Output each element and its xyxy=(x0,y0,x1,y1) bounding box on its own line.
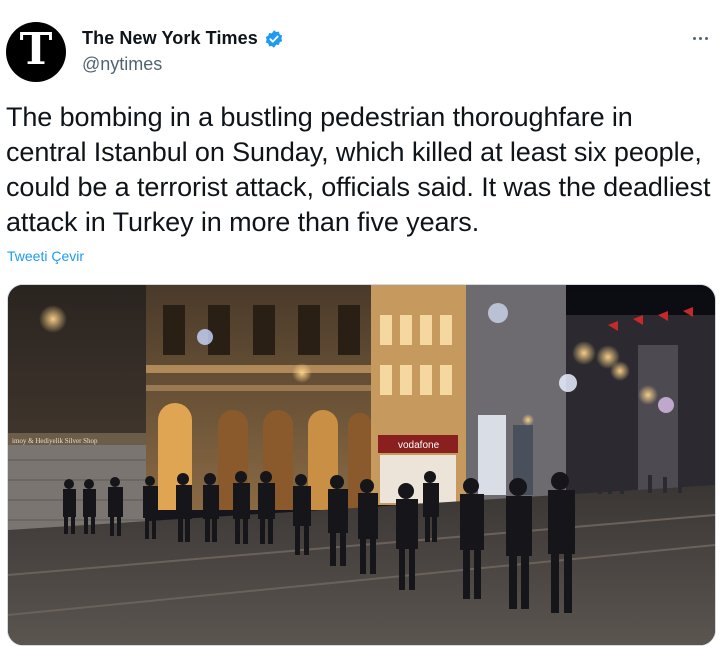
street-scene-photo: imoy & Hediyelik Silver Shop vodafone xyxy=(8,285,715,645)
avatar-letter: T xyxy=(19,24,53,75)
more-options-icon[interactable] xyxy=(686,26,714,50)
shop-sign-text: imoy & Hediyelik Silver Shop xyxy=(12,437,98,445)
display-name[interactable]: The New York Times xyxy=(82,28,258,49)
account-handle[interactable]: @nytimes xyxy=(82,54,162,75)
tweet-text: The bombing in a bustling pedestrian tho… xyxy=(6,102,711,237)
tweet-card: T The New York Times @nytimes The bombin… xyxy=(0,0,728,646)
author-name-row: The New York Times xyxy=(82,28,284,49)
avatar[interactable]: T xyxy=(6,22,66,82)
vodafone-sign-text: vodafone xyxy=(398,440,440,451)
verified-badge-icon xyxy=(265,29,283,48)
tweet-photo[interactable]: imoy & Hediyelik Silver Shop vodafone xyxy=(7,284,716,646)
translate-tweet-link[interactable]: Tweeti Çevir xyxy=(7,248,84,264)
